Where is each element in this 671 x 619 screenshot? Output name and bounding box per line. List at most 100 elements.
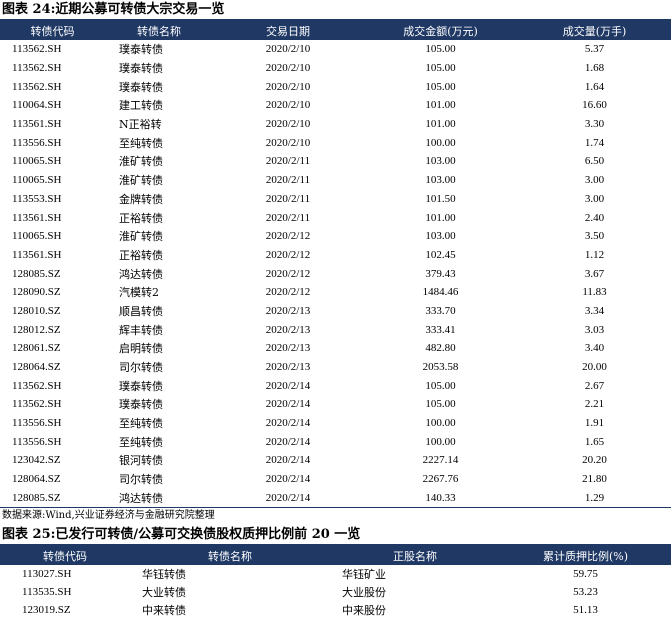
cell-name: 司尔转债 — [119, 361, 163, 375]
table-row: 113556.SH 至纯转债 2020/2/14 100.00 1.65 — [0, 432, 671, 451]
cell-code: 128090.SZ — [12, 286, 61, 299]
table-row: 110064.SH 建工转债 2020/2/10 101.00 16.60 — [0, 96, 671, 115]
table-row: 128012.SZ 辉丰转债 2020/2/13 333.41 3.03 — [0, 320, 671, 339]
cell-volume: 3.03 — [584, 323, 605, 336]
cell-date: 2020/2/13 — [265, 323, 311, 336]
cell-date: 2020/2/12 — [265, 267, 311, 280]
cell-date: 2020/2/11 — [265, 192, 311, 205]
bulk-trade-table: 转债代码 转债名称 交易日期 成交金额(万元) 成交量(万手) 113562.S… — [0, 21, 671, 509]
cell-date: 2020/2/12 — [265, 286, 311, 299]
table-row: 113562.SH 璞泰转债 2020/2/10 105.00 1.64 — [0, 77, 671, 96]
cell-name: 鸿达转债 — [105, 488, 213, 509]
cell-volume: 3.50 — [584, 230, 605, 243]
cell-volume: 3.00 — [584, 174, 605, 187]
cell-volume: 3.34 — [584, 304, 605, 317]
cell-date: 2020/2/14 — [213, 488, 363, 509]
cell-amount: 103.00 — [425, 230, 456, 243]
cell-volume: 21.80 — [582, 473, 607, 486]
cell-volume: 16.60 — [582, 99, 607, 112]
cell-code: 113561.SH — [12, 118, 62, 131]
cell-name: 大业转债 — [142, 586, 186, 600]
cell-name: 银河转债 — [119, 454, 163, 468]
cell-name: 中来转债 — [142, 604, 186, 618]
cell-volume: 3.67 — [584, 267, 605, 280]
cell-code: 110065.SH — [12, 155, 62, 168]
cell-code: 113562.SH — [12, 379, 62, 392]
cell-amount: 102.45 — [425, 248, 456, 261]
cell-date: 2020/2/10 — [265, 136, 311, 149]
cell-code: 123019.SZ — [22, 604, 71, 617]
table1-header-row: 转债代码 转债名称 交易日期 成交金额(万元) 成交量(万手) — [0, 21, 671, 40]
page: 图表 24:近期公募可转债大宗交易一览 转债代码 转债名称 交易日期 成交金额(… — [0, 0, 671, 619]
cell-code: 110065.SH — [12, 174, 62, 187]
table-row: 113556.SH 至纯转债 2020/2/14 100.00 1.91 — [0, 414, 671, 433]
cell-amount: 105.00 — [425, 398, 456, 411]
cell-name: 华钰转债 — [142, 568, 186, 582]
cell-volume: 3.40 — [584, 342, 605, 355]
cell-volume: 2.21 — [584, 398, 605, 411]
table-row: 110065.SH 淮矿转债 2020/2/12 103.00 3.50 — [0, 227, 671, 246]
cell-date: 2020/2/10 — [265, 118, 311, 131]
col-header-date: 交易日期 — [213, 21, 363, 40]
cell-code: 113556.SH — [12, 435, 62, 448]
cell-name: 淮矿转债 — [119, 174, 163, 188]
cell-date: 2020/2/12 — [265, 248, 311, 261]
cell-date: 2020/2/10 — [265, 99, 311, 112]
cell-code: 113553.SH — [12, 192, 62, 205]
pledge-ratio-table: 转债代码 转债名称 正股名称 累计质押比例(%) 113027.SH 华钰转债 华钰… — [0, 546, 671, 619]
cell-code: 113556.SH — [12, 417, 62, 430]
col-header-amount: 成交金额(万元) — [363, 21, 518, 40]
cell-name: 璞泰转债 — [119, 379, 163, 393]
cell-code: 128064.SZ — [12, 473, 61, 486]
cell-code: 128085.SZ — [12, 267, 61, 280]
cell-amount: 105.00 — [425, 62, 456, 75]
cell-amount: 379.43 — [425, 267, 456, 280]
cell-date: 2020/2/14 — [265, 398, 311, 411]
cell-volume: 5.37 — [584, 43, 605, 56]
cell-volume: 1.91 — [584, 417, 605, 430]
cell-pledge-ratio: 51.13 — [573, 604, 598, 617]
cell-name: 汽模转2 — [119, 286, 159, 300]
cell-stock: 大业股份 — [342, 586, 386, 600]
cell-date: 2020/2/13 — [265, 361, 311, 374]
cell-code: 128064.SZ — [12, 361, 61, 374]
table-row: 128010.SZ 顺昌转债 2020/2/13 333.70 3.34 — [0, 302, 671, 321]
cell-amount: 100.00 — [425, 435, 456, 448]
cell-name: 司尔转债 — [119, 473, 163, 487]
table-row: 113556.SH 至纯转债 2020/2/10 100.00 1.74 — [0, 133, 671, 152]
table-row: 123019.SZ 中来转债 中来股份 51.13 — [0, 601, 671, 619]
cell-amount: 103.00 — [425, 155, 456, 168]
cell-volume: 1.64 — [584, 80, 605, 93]
cell-amount: 101.50 — [425, 192, 456, 205]
cell-amount: 482.80 — [425, 342, 456, 355]
cell-name: 正裕转债 — [119, 248, 163, 262]
data-source-note: 数据来源:Wind,兴业证券经济与金融研究院整理 — [2, 510, 215, 522]
cell-name: 至纯转债 — [119, 435, 163, 449]
table-row: 128061.SZ 启明转债 2020/2/13 482.80 3.40 — [0, 339, 671, 358]
cell-volume: 11.83 — [582, 286, 607, 299]
cell-volume: 1.74 — [584, 136, 605, 149]
table-row: 113553.SH 金牌转债 2020/2/11 101.50 3.00 — [0, 190, 671, 209]
cell-volume: 1.68 — [584, 62, 605, 75]
cell-name: 正裕转债 — [119, 211, 163, 225]
cell-code: 113561.SH — [12, 211, 62, 224]
col-header-volume: 成交量(万手) — [518, 21, 671, 40]
cell-volume: 20.20 — [582, 454, 607, 467]
cell-amount: 100.00 — [425, 136, 456, 149]
col-header-code: 转债代码 — [0, 21, 105, 40]
cell-amount: 101.00 — [425, 99, 456, 112]
cell-volume: 6.50 — [584, 155, 605, 168]
cell-name: 辉丰转债 — [119, 323, 163, 337]
cell-name: 至纯转债 — [119, 417, 163, 431]
cell-date: 2020/2/14 — [265, 454, 311, 467]
cell-code: 113027.SH — [22, 568, 72, 581]
cell-volume: 2.40 — [584, 211, 605, 224]
cell-date: 2020/2/14 — [265, 417, 311, 430]
cell-date: 2020/2/14 — [265, 435, 311, 448]
table2-header-row: 转债代码 转债名称 正股名称 累计质押比例(%) — [0, 546, 671, 566]
cell-volume: 2.67 — [584, 379, 605, 392]
table-row: 110065.SH 淮矿转债 2020/2/11 103.00 6.50 — [0, 152, 671, 171]
cell-code: 113562.SH — [12, 398, 62, 411]
cell-volume: 3.30 — [584, 118, 605, 131]
cell-date: 2020/2/11 — [265, 174, 311, 187]
